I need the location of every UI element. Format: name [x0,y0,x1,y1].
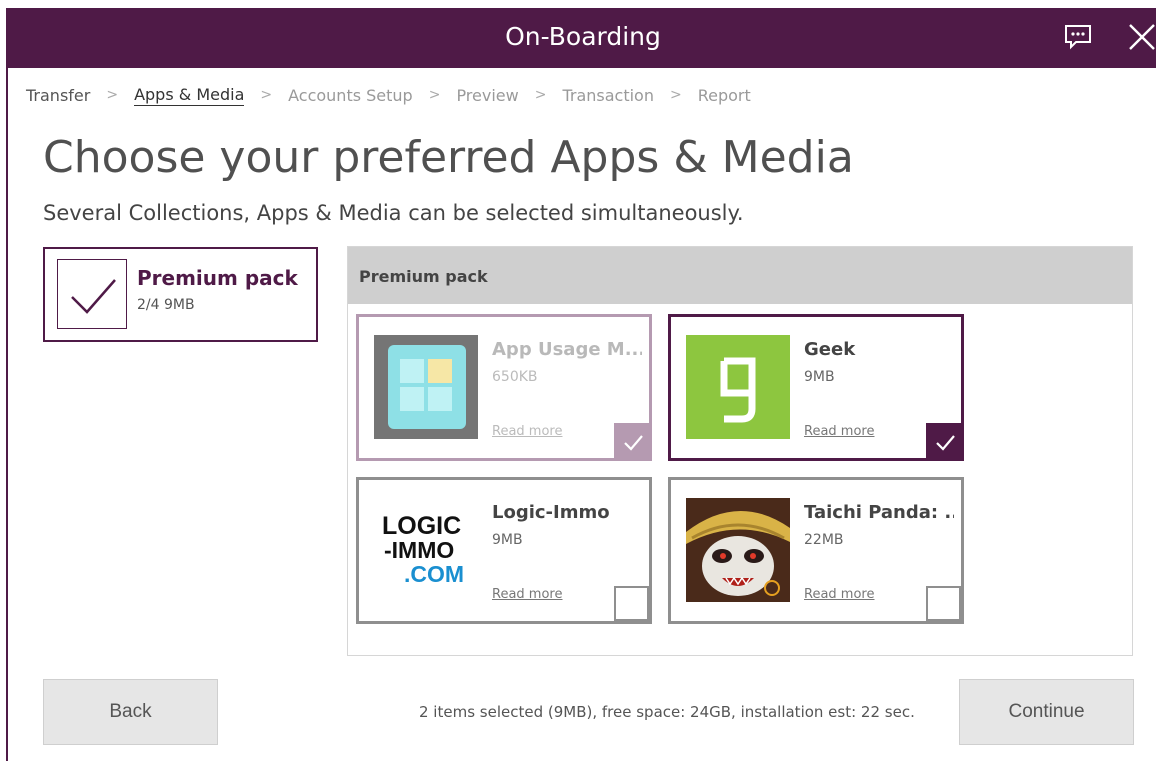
app-name: Taichi Panda: ... [804,502,954,523]
feedback-chat-icon[interactable] [1063,24,1093,54]
continue-button[interactable]: Continue [959,679,1134,745]
read-more-link[interactable]: Read more [492,587,562,602]
window-title: On-Boarding [505,22,661,51]
read-more-link[interactable]: Read more [804,587,874,602]
app-select-checkbox[interactable] [926,586,961,621]
breadcrumb: Transfer > Apps & Media > Accounts Setup… [26,80,751,110]
panel-title: Premium pack [359,267,488,286]
collection-checkbox[interactable] [57,259,127,329]
chevron-right-icon: > [428,87,441,103]
onboarding-window: On-Boarding Transfer > Apps & Media > Ac… [6,8,1156,761]
app-size: 9MB [492,532,523,548]
logo-line-2: -IMMO [384,537,455,563]
app-usage-logo-icon [374,335,478,439]
checkmark-icon [71,279,116,314]
app-size: 22MB [804,532,844,548]
breadcrumb-transfer[interactable]: Transfer [26,86,90,105]
close-icon[interactable] [1126,21,1156,57]
logo-line-1: LOGIC [382,512,462,540]
app-size: 650KB [492,369,538,385]
collection-name: Premium pack [137,266,298,290]
app-name: Geek [804,339,856,360]
chevron-right-icon: > [669,87,682,103]
geek-logo-icon [686,335,790,439]
collection-panel: Premium pack App Usage M... 650KB Read m… [347,246,1133,656]
page-subtitle: Several Collections, Apps & Media can be… [43,201,744,225]
breadcrumb-preview[interactable]: Preview [456,86,518,105]
read-more-link[interactable]: Read more [492,424,562,439]
breadcrumb-transaction[interactable]: Transaction [562,86,654,105]
chevron-right-icon: > [106,87,119,103]
app-tile-taichi-panda[interactable]: Taichi Panda: ... 22MB Read more [668,477,964,624]
app-tile-app-usage[interactable]: App Usage M... 650KB Read more [356,314,652,461]
selection-status: 2 items selected (9MB), free space: 24GB… [419,703,915,721]
panel-header: Premium pack [348,247,1132,304]
breadcrumb-report[interactable]: Report [698,86,751,105]
app-name: Logic-Immo [492,502,610,523]
chevron-right-icon: > [260,87,273,103]
app-select-checkbox[interactable] [926,423,964,461]
logic-immo-logo-icon: LOGIC -IMMO .COM [374,498,478,602]
app-size: 9MB [804,369,835,385]
logo-line-3: .COM [404,561,465,587]
breadcrumb-accounts-setup[interactable]: Accounts Setup [288,86,413,105]
app-name: App Usage M... [492,339,642,360]
collection-meta: 2/4 9MB [137,297,195,313]
breadcrumb-apps-media[interactable]: Apps & Media [134,85,245,106]
app-tile-geek[interactable]: Geek 9MB Read more [668,314,964,461]
page-title: Choose your preferred Apps & Media [43,132,854,183]
app-tile-logic-immo[interactable]: LOGIC -IMMO .COM Logic-Immo 9MB Read mor… [356,477,652,624]
collection-premium-pack[interactable]: Premium pack 2/4 9MB [43,247,318,342]
app-select-checkbox[interactable] [614,423,652,461]
checkmark-icon [624,435,643,451]
app-select-checkbox[interactable] [614,586,649,621]
chevron-right-icon: > [534,87,547,103]
back-button[interactable]: Back [43,679,218,745]
title-bar: On-Boarding [8,8,1156,68]
read-more-link[interactable]: Read more [804,424,874,439]
taichi-panda-logo-icon [686,498,790,602]
checkmark-icon [936,435,955,451]
